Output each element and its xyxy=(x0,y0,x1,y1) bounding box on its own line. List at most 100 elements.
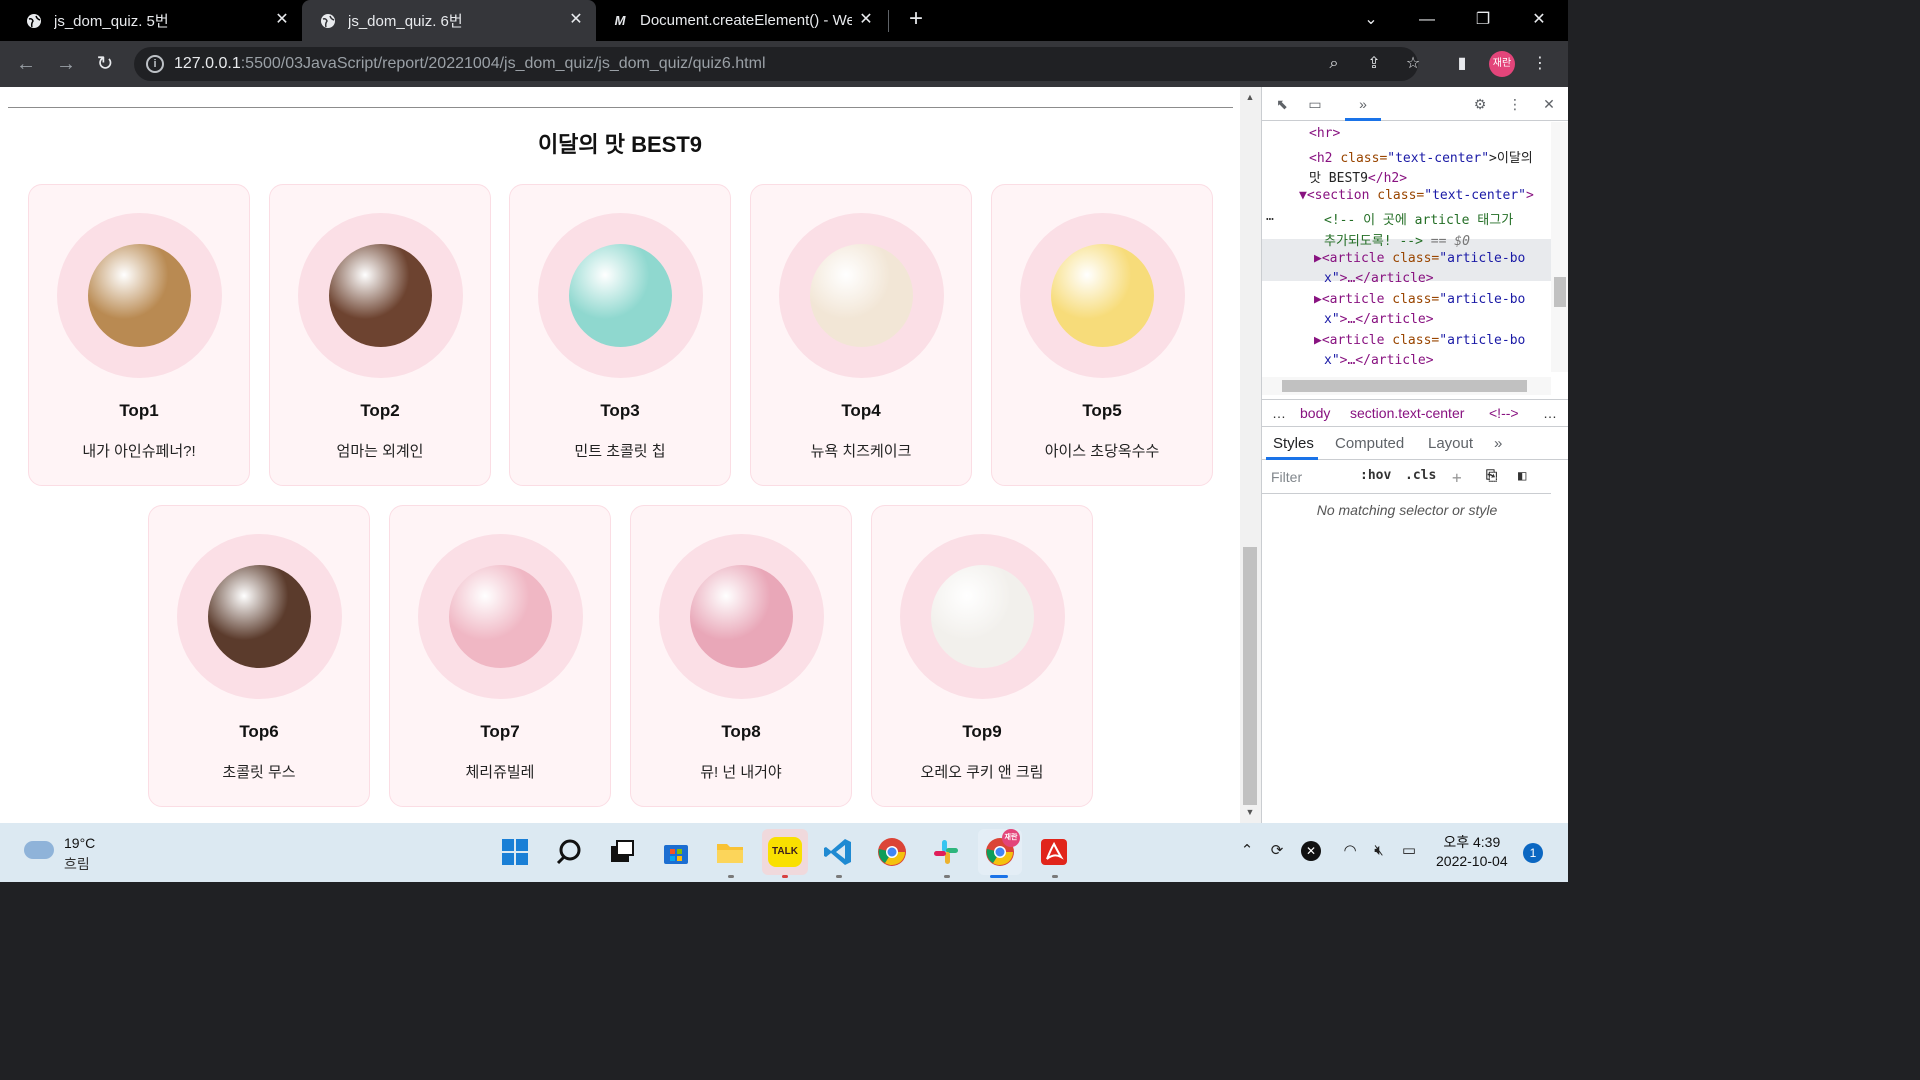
tab-quiz5[interactable]: js_dom_quiz. 5번 ✕ xyxy=(0,0,302,41)
tab-layout[interactable]: Layout xyxy=(1428,435,1473,452)
card-desc: 오레오 쿠키 앤 크림 xyxy=(920,764,1044,781)
article-box: Top3 민트 초콜릿 칩 xyxy=(509,184,731,486)
node-article[interactable]: ▶<article class="article-bo xyxy=(1314,333,1525,348)
paint-brush-icon[interactable]: ⎘ xyxy=(1486,468,1497,484)
more-tabs-icon[interactable]: » xyxy=(1354,95,1372,113)
breadcrumb: … body section.text-center <!--> … xyxy=(1262,399,1568,427)
breadcrumb-item[interactable]: … xyxy=(1272,405,1286,421)
tab-styles[interactable]: Styles xyxy=(1273,435,1314,452)
minimize-icon[interactable]: — xyxy=(1415,8,1439,32)
share-icon[interactable]: ⇪ xyxy=(1362,52,1386,76)
active-tab-indicator xyxy=(1345,118,1381,121)
breadcrumb-item[interactable]: section.text-center xyxy=(1350,405,1464,421)
notification-badge[interactable]: 1 xyxy=(1523,843,1543,863)
close-icon[interactable]: ✕ xyxy=(858,12,874,28)
chrome-profile-icon[interactable]: 재란 xyxy=(978,829,1022,875)
scrollbar-thumb[interactable] xyxy=(1243,547,1257,805)
url-text[interactable]: 127.0.0.1:5500/03JavaScript/report/20221… xyxy=(174,55,766,73)
battery-icon[interactable]: ▭ xyxy=(1399,841,1419,861)
chrome-icon[interactable] xyxy=(875,835,909,869)
close-icon[interactable]: ✕ xyxy=(274,12,290,28)
zoom-icon[interactable]: ⌕ xyxy=(1322,52,1346,76)
vscode-icon[interactable] xyxy=(821,835,855,869)
side-panel-icon[interactable]: ▮ xyxy=(1450,52,1474,76)
ice-cream-image xyxy=(208,565,311,668)
card-title: Top8 xyxy=(721,722,761,741)
device-toggle-icon[interactable]: ▭ xyxy=(1306,95,1324,113)
new-rule-plus-icon[interactable]: + xyxy=(1452,468,1462,487)
tab-mdn[interactable]: M Document.createElement() - We ✕ xyxy=(596,0,886,41)
ice-cream-image xyxy=(88,244,191,347)
chevron-up-icon[interactable]: ⌃ xyxy=(1237,841,1257,861)
node-section[interactable]: ▼<section class="text-center"> xyxy=(1299,188,1534,203)
back-arrow-icon[interactable]: ← xyxy=(14,52,38,76)
restore-icon[interactable]: ❐ xyxy=(1471,8,1495,32)
devtools-close-icon[interactable]: ✕ xyxy=(1540,95,1558,113)
scrollbar-thumb[interactable] xyxy=(1282,380,1527,392)
tab-more[interactable]: » xyxy=(1494,435,1502,452)
tab-title: Document.createElement() - We xyxy=(640,12,852,29)
scroll-down-icon[interactable]: ▼ xyxy=(1245,807,1255,817)
card-title: Top9 xyxy=(962,722,1002,741)
node-h2-text: 맛 BEST9</h2> xyxy=(1309,171,1408,186)
running-indicator xyxy=(944,875,950,878)
slack-icon[interactable] xyxy=(929,835,963,869)
scroll-up-icon[interactable]: ▲ xyxy=(1245,92,1255,102)
scoop-background xyxy=(779,213,944,378)
reload-icon[interactable]: ↻ xyxy=(93,52,117,76)
close-icon[interactable]: ✕ xyxy=(568,12,584,28)
forward-arrow-icon[interactable]: → xyxy=(54,52,78,76)
gear-icon[interactable]: ⚙ xyxy=(1471,95,1489,113)
node-ellipsis[interactable]: … xyxy=(1266,209,1274,224)
breadcrumb-item[interactable]: body xyxy=(1300,405,1330,421)
tab-search-chevron-icon[interactable]: ⌄ xyxy=(1359,8,1383,32)
system-clock[interactable]: 오후 4:39 2022-10-04 xyxy=(1436,833,1508,871)
tab-quiz6[interactable]: js_dom_quiz. 6번 ✕ xyxy=(302,0,596,41)
cls-toggle[interactable]: .cls xyxy=(1405,468,1436,483)
address-bar[interactable]: i 127.0.0.1:5500/03JavaScript/report/202… xyxy=(134,47,1420,81)
node-article[interactable]: ▶<article class="article-bo xyxy=(1314,292,1525,307)
page-scrollbar[interactable]: ▲ ▼ xyxy=(1240,87,1261,823)
node-article[interactable]: ▶<article class="article-bo xyxy=(1314,251,1525,266)
tab-title: js_dom_quiz. 6번 xyxy=(348,13,463,30)
toggle-sidebar-icon[interactable]: ◧ xyxy=(1518,468,1526,484)
elements-horizontal-scrollbar[interactable] xyxy=(1262,377,1551,395)
node-h2[interactable]: <h2 class="text-center">이달의 xyxy=(1309,147,1533,166)
task-view-icon[interactable] xyxy=(605,835,639,869)
window-close-icon[interactable]: ✕ xyxy=(1527,8,1551,32)
sync-icon[interactable]: ⟳ xyxy=(1267,841,1287,861)
hov-toggle[interactable]: :hov xyxy=(1360,468,1391,483)
volume-muted-icon[interactable]: 🔇︎ xyxy=(1369,841,1389,861)
devtools-menu-icon[interactable]: ⋮ xyxy=(1506,95,1524,113)
acrobat-icon[interactable] xyxy=(1037,835,1071,869)
node-hr[interactable]: <hr> xyxy=(1309,126,1340,141)
styles-filter-input[interactable]: Filter xyxy=(1266,466,1346,488)
node-comment[interactable]: <!-- 이 곳에 article 태그가 xyxy=(1324,209,1513,228)
styles-scrollbar[interactable] xyxy=(1551,460,1568,823)
store-icon[interactable] xyxy=(659,835,693,869)
menu-dots-icon[interactable]: ⋮ xyxy=(1528,52,1552,76)
tab-computed[interactable]: Computed xyxy=(1335,435,1404,452)
windows-start-icon[interactable] xyxy=(498,835,532,869)
search-icon[interactable] xyxy=(552,835,586,869)
article-box: Top1 내가 아인슈페너?! xyxy=(28,184,250,486)
inspect-element-icon[interactable]: ⬉ xyxy=(1273,95,1291,113)
new-tab-plus-icon[interactable]: + xyxy=(904,7,928,32)
breadcrumb-item[interactable]: … xyxy=(1543,405,1557,421)
bookmark-star-icon[interactable]: ☆ xyxy=(1401,52,1425,76)
scoop-background xyxy=(57,213,222,378)
site-info-icon[interactable]: i xyxy=(146,55,164,73)
app-tray-icon[interactable]: ✕ xyxy=(1301,841,1321,861)
active-indicator xyxy=(990,875,1008,878)
scrollbar-thumb[interactable] xyxy=(1554,277,1566,307)
file-explorer-icon[interactable] xyxy=(713,835,747,869)
card-desc: 민트 초콜릿 칩 xyxy=(574,443,666,460)
elements-vertical-scrollbar[interactable] xyxy=(1551,122,1568,372)
profile-badge: 재란 xyxy=(1002,829,1020,847)
profile-avatar[interactable]: 재란 xyxy=(1489,51,1515,77)
kakaotalk-icon[interactable]: TALK xyxy=(762,829,808,875)
card-desc: 초콜릿 무스 xyxy=(222,764,296,781)
wifi-icon[interactable]: ◠ xyxy=(1340,841,1360,861)
breadcrumb-item[interactable]: <!--> xyxy=(1489,405,1519,421)
scoop-background xyxy=(298,213,463,378)
